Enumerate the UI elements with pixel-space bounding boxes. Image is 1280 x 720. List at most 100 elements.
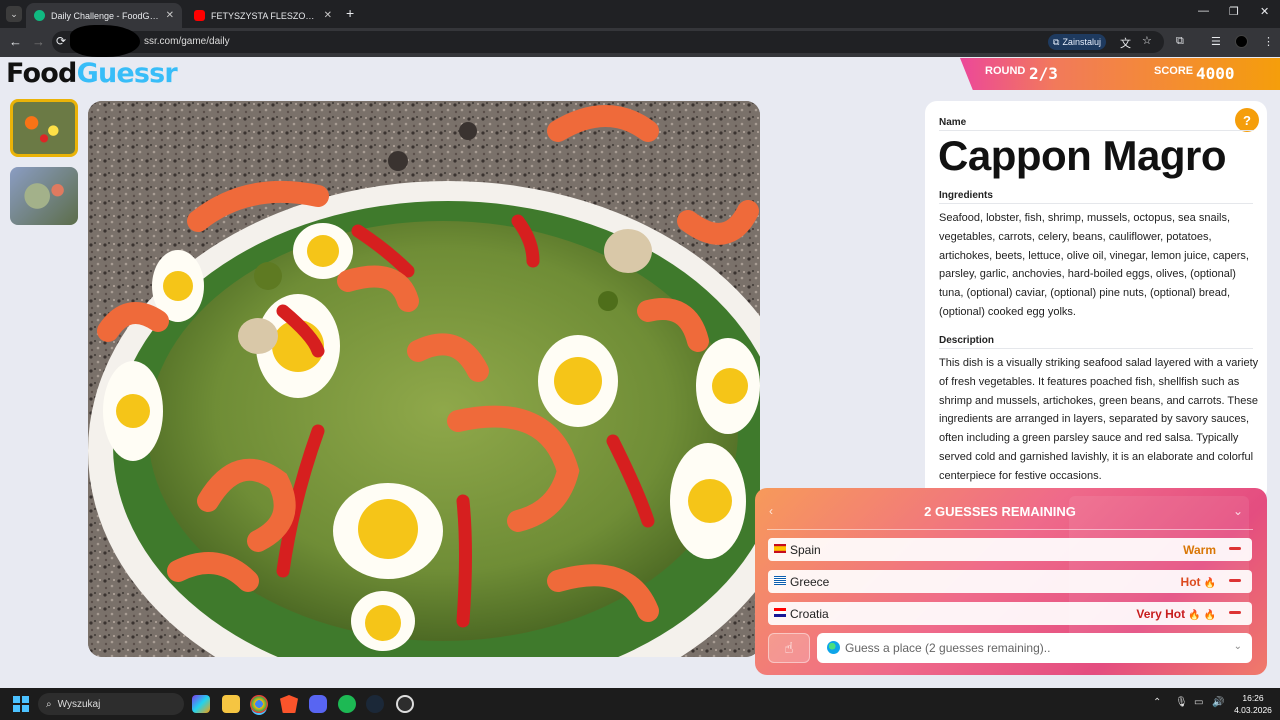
guess-row-spain: Spain Warm [768, 538, 1252, 561]
file-explorer-icon[interactable] [222, 695, 240, 713]
spotify-icon[interactable] [338, 695, 356, 713]
chevron-down-icon[interactable]: ⌄ [1234, 641, 1242, 652]
clock-time: 16:26 [1242, 693, 1264, 703]
logo-text-guessr: Guessr [76, 58, 178, 89]
ingredients-text: Seafood, lobster, fish, shrimp, mussels,… [939, 212, 1249, 318]
microphone-icon[interactable]: 🎙 [1175, 697, 1188, 708]
flame-icon: 🔥 [1188, 610, 1201, 621]
guess-row-croatia: Croatia Very Hot 🔥 🔥 [768, 602, 1252, 625]
flame-icon: 🔥 [1203, 610, 1216, 621]
bookmark-star-icon[interactable]: ☆ [1142, 34, 1152, 47]
tab-close-icon[interactable]: ✕ [324, 10, 332, 21]
dish-photo [88, 101, 760, 657]
photo-thumbnail-1-selected[interactable] [10, 99, 78, 157]
temperature-label: Very Hot [1136, 607, 1186, 621]
photo-thumbnail-2[interactable] [10, 167, 78, 225]
youtube-favicon-icon [194, 10, 205, 21]
guess-panel: ‹ 2 GUESSES REMAINING ⌄ Spain Warm Greec… [755, 488, 1267, 675]
install-app-button[interactable]: ⧉ Zainstaluj [1048, 34, 1106, 50]
url-text: ssr.com/game/daily [144, 36, 230, 47]
guess-temperature: Warm [1183, 543, 1216, 557]
reload-icon[interactable]: ⟳ [56, 34, 66, 48]
tab-youtube[interactable]: FETYSZYSTA FLESZOWY | CZY M ✕ [186, 3, 340, 28]
reading-list-icon[interactable]: ☰ [1211, 35, 1221, 48]
install-icon: ⧉ [1053, 36, 1060, 47]
guess-country: Croatia [790, 607, 829, 621]
brave-icon[interactable] [280, 695, 298, 713]
browser-toolbar: ← → ⟳ ssr.com/game/daily ⧉ Zainstaluj 文 … [0, 25, 1280, 57]
divider [939, 348, 1253, 349]
back-arrow-icon[interactable]: ← [9, 34, 22, 49]
install-label: Zainstaluj [1062, 37, 1101, 47]
description-label: Description [939, 335, 995, 346]
minimize-icon[interactable]: — [1198, 5, 1209, 17]
greece-flag-icon [774, 576, 786, 585]
divider [939, 203, 1253, 204]
tab-title: Daily Challenge - FoodGuessr | [51, 10, 162, 21]
profile-avatar[interactable] [1235, 35, 1248, 48]
tray-chevron-up-icon[interactable]: ⌃ [1153, 697, 1161, 708]
redaction-mark [70, 25, 140, 57]
ingredients-label: Ingredients [939, 190, 993, 201]
copilot-icon[interactable] [192, 695, 210, 713]
foodguessr-favicon-icon [34, 10, 45, 21]
guess-place-input[interactable]: Guess a place (2 guesses remaining).. ⌄ [817, 633, 1252, 663]
temperature-label: Warm [1183, 543, 1216, 557]
round-value: 2/3 [1029, 64, 1058, 83]
guess-row-greece: Greece Hot 🔥 [768, 570, 1252, 593]
system-clock[interactable]: 16:26 4.03.2026 [1230, 692, 1276, 716]
kebab-menu-icon[interactable]: ⋮ [1263, 35, 1274, 48]
help-question-icon[interactable]: ? [1235, 108, 1259, 132]
windows-start-icon[interactable] [13, 696, 29, 712]
tab-search-chevron-icon[interactable]: ⌄ [6, 6, 22, 22]
spain-flag-icon [774, 544, 786, 553]
description-text: This dish is a visually striking seafood… [939, 357, 1259, 482]
guess-country: Spain [790, 543, 821, 557]
windows-taskbar: ⌕ Wyszukaj ⌃ 🎙 ▭ 🔊 16:26 4.03.2026 [0, 688, 1280, 720]
guess-temperature: Very Hot 🔥 🔥 [1136, 607, 1216, 621]
browser-tab-bar: ⌄ Daily Challenge - FoodGuessr | ✕ FETYS… [0, 0, 1280, 28]
window-close-icon[interactable]: ✕ [1260, 5, 1269, 18]
extensions-puzzle-icon[interactable]: ⧉ [1176, 35, 1184, 48]
globe-icon [827, 641, 840, 654]
dish-name: Cappon Magro [938, 132, 1226, 179]
guesses-remaining-title: 2 GUESSES REMAINING [924, 504, 1076, 519]
restore-icon[interactable]: ❐ [1229, 5, 1239, 18]
direction-compass-icon [1226, 540, 1244, 558]
tab-title: FETYSZYSTA FLESZOWY | CZY M [211, 10, 320, 21]
taskbar-search-placeholder: Wyszukaj [57, 698, 101, 710]
guess-country: Greece [790, 575, 830, 589]
pointing-hand-icon[interactable]: ☝ [768, 633, 810, 663]
obs-icon[interactable] [396, 695, 414, 713]
network-icon[interactable]: ▭ [1194, 697, 1203, 708]
tab-close-icon[interactable]: ✕ [166, 10, 174, 21]
name-label: Name [939, 117, 967, 128]
croatia-flag-icon [774, 608, 786, 617]
divider [767, 529, 1253, 530]
flame-icon: 🔥 [1203, 578, 1216, 589]
score-value: 4000 [1196, 64, 1235, 83]
divider [939, 130, 1253, 131]
direction-compass-icon [1226, 572, 1244, 590]
direction-compass-icon [1226, 604, 1244, 622]
new-tab-plus-icon[interactable]: + [346, 5, 354, 21]
chrome-icon[interactable] [250, 695, 268, 713]
dish-info-card: ? Name Cappon Magro Ingredients Seafood,… [925, 101, 1267, 501]
round-score-banner: ROUND 2/3 SCORE 4000 [960, 58, 1280, 90]
taskbar-search[interactable]: ⌕ Wyszukaj [38, 693, 184, 715]
score-label: SCORE [1154, 65, 1194, 77]
forward-arrow-icon[interactable]: → [32, 34, 45, 49]
address-bar[interactable]: ⟳ ssr.com/game/daily ⧉ Zainstaluj 文 ☆ [52, 25, 1164, 57]
clock-date: 4.03.2026 [1234, 705, 1272, 715]
logo-text-food: Food [6, 58, 77, 89]
temperature-label: Hot [1180, 575, 1201, 589]
foodguessr-logo[interactable]: FoodGuessr [6, 58, 178, 89]
volume-icon[interactable]: 🔊 [1212, 697, 1224, 708]
discord-icon[interactable] [309, 695, 327, 713]
translate-icon[interactable]: 文 [1120, 35, 1131, 51]
round-label: ROUND [985, 65, 1026, 77]
steam-icon[interactable] [366, 695, 384, 713]
guess-temperature: Hot 🔥 [1181, 575, 1216, 589]
chevron-down-icon[interactable]: ⌄ [1233, 504, 1243, 518]
guess-input-placeholder: Guess a place (2 guesses remaining).. [845, 641, 1051, 655]
